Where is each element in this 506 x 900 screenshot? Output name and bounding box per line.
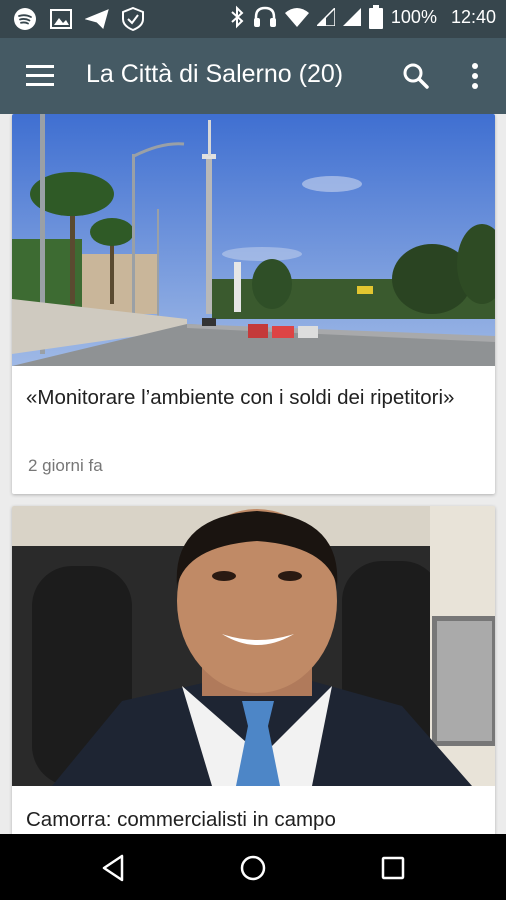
page-title: La Città di Salerno (20) xyxy=(86,60,344,88)
article-card[interactable]: «Monitorare l’ambiente con i soldi dei r… xyxy=(12,114,495,494)
battery-percent: 100% xyxy=(390,6,437,27)
notification-icons xyxy=(12,6,146,32)
home-icon[interactable] xyxy=(236,851,270,885)
vpn-shield-icon xyxy=(120,6,146,32)
signal-icon xyxy=(316,8,335,26)
clock: 12:40 xyxy=(450,6,496,27)
search-icon[interactable] xyxy=(400,60,432,92)
signal-icon-2 xyxy=(342,8,361,26)
battery-icon xyxy=(368,5,383,29)
article-time: 2 giorni fa xyxy=(28,456,103,475)
system-icons: 100% 12:40 xyxy=(229,5,496,29)
spotify-icon xyxy=(12,6,38,32)
article-headline: Camorra: commercialisti in campo xyxy=(26,808,336,831)
recents-icon[interactable] xyxy=(376,851,410,885)
headphones-icon xyxy=(253,6,276,27)
more-options-icon[interactable] xyxy=(462,60,488,92)
send-icon xyxy=(84,6,110,32)
article-list: «Monitorare l’ambiente con i soldi dei r… xyxy=(0,114,506,834)
bluetooth-icon xyxy=(231,5,244,29)
article-image xyxy=(12,506,495,786)
image-icon xyxy=(48,6,74,32)
app-bar: La Città di Salerno (20) xyxy=(0,38,506,114)
back-icon[interactable] xyxy=(98,851,132,885)
system-nav-bar xyxy=(0,834,506,900)
article-image xyxy=(12,114,495,366)
wifi-icon xyxy=(284,8,309,27)
status-bar: 100% 12:40 xyxy=(0,0,506,38)
article-headline: «Monitorare l’ambiente con i soldi dei r… xyxy=(26,386,455,409)
menu-icon[interactable] xyxy=(26,63,54,89)
article-card[interactable]: Camorra: commercialisti in campo xyxy=(12,506,495,834)
